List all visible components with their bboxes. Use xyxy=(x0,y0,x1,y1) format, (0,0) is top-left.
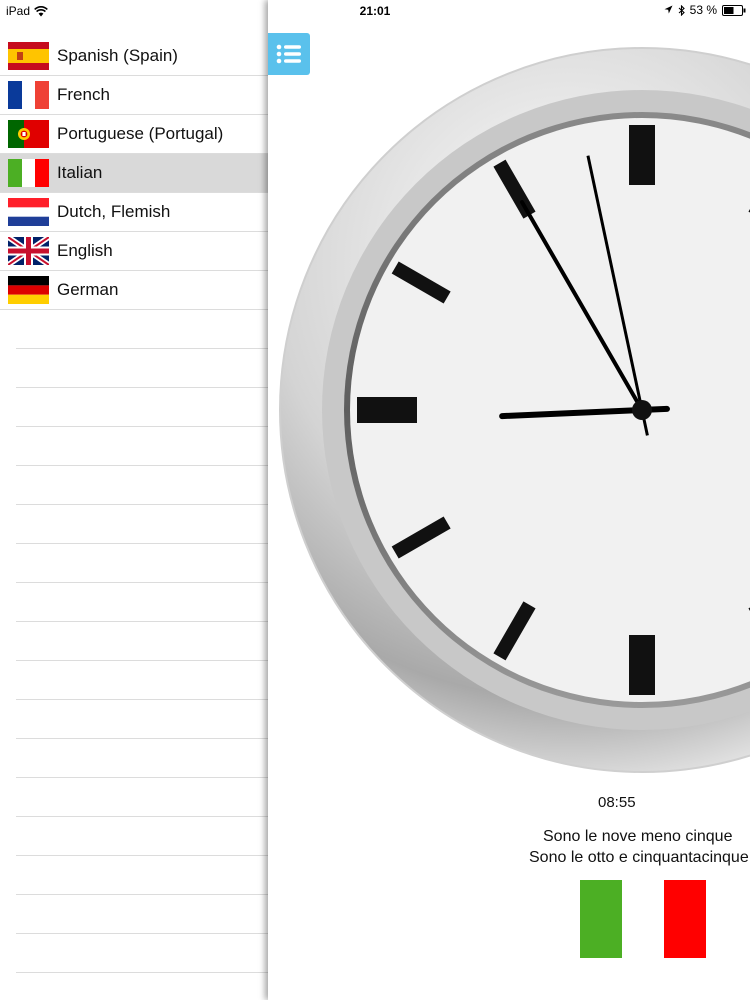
empty-row xyxy=(16,427,268,466)
empty-row xyxy=(16,856,268,895)
time-sentence-1: Sono le nove meno cinque xyxy=(543,828,733,845)
empty-row xyxy=(16,739,268,778)
empty-row xyxy=(16,778,268,817)
empty-row xyxy=(16,310,268,349)
clock-panel: 21:01 53 % 08:55 Sono le nove meno cinqu… xyxy=(268,0,750,1000)
battery-percent: 53 % xyxy=(689,3,717,17)
device-label: iPad xyxy=(6,4,31,18)
language-item-spanish[interactable]: Spanish (Spain) xyxy=(0,37,268,76)
digital-time: 08:55 xyxy=(598,794,636,811)
empty-row xyxy=(16,934,268,973)
clock-center-cap xyxy=(632,400,652,420)
empty-row xyxy=(16,700,268,739)
france-flag-icon xyxy=(8,81,49,109)
status-bar-left: iPad xyxy=(6,4,48,18)
language-label: French xyxy=(57,85,110,104)
time-sentence-2: Sono le otto e cinquantacinque xyxy=(529,849,749,866)
language-label: Dutch, Flemish xyxy=(57,202,171,221)
analog-clock xyxy=(279,47,750,773)
spain-flag-icon xyxy=(8,42,49,70)
language-item-portuguese[interactable]: Portuguese (Portugal) xyxy=(0,115,268,154)
language-item-italian[interactable]: Italian xyxy=(0,154,268,193)
germany-flag-icon xyxy=(8,276,49,304)
language-list: Spanish (Spain) French Portuguese (Portu… xyxy=(0,37,268,310)
empty-row xyxy=(16,622,268,661)
language-item-german[interactable]: German xyxy=(0,271,268,310)
language-item-english[interactable]: English xyxy=(0,232,268,271)
language-item-dutch[interactable]: Dutch, Flemish xyxy=(0,193,268,232)
language-label: English xyxy=(57,241,113,260)
battery-icon xyxy=(722,4,746,16)
empty-row xyxy=(16,466,268,505)
empty-row xyxy=(16,895,268,934)
status-time: 21:01 xyxy=(359,4,391,18)
italy-flag-icon xyxy=(580,880,706,958)
empty-row xyxy=(16,544,268,583)
italy-flag-icon xyxy=(8,159,49,187)
language-label: Italian xyxy=(57,163,103,182)
language-label: German xyxy=(57,280,119,299)
wifi-icon xyxy=(34,5,48,16)
language-item-french[interactable]: French xyxy=(0,76,268,115)
language-label: Spanish (Spain) xyxy=(57,46,178,65)
status-bar-right: 53 % xyxy=(664,3,746,17)
empty-row xyxy=(16,817,268,856)
empty-row xyxy=(16,388,268,427)
empty-row xyxy=(16,349,268,388)
location-arrow-icon xyxy=(664,5,673,14)
empty-row xyxy=(16,661,268,700)
portugal-flag-icon xyxy=(8,120,49,148)
language-label: Portuguese (Portugal) xyxy=(57,124,224,143)
bluetooth-icon xyxy=(678,4,685,16)
netherlands-flag-icon xyxy=(8,198,49,226)
empty-row xyxy=(16,583,268,622)
empty-row xyxy=(16,505,268,544)
uk-flag-icon xyxy=(8,237,49,265)
language-sidebar: iPad Spanish (Spain) French Portuguese (… xyxy=(0,0,268,1000)
empty-list-rows xyxy=(16,310,268,973)
